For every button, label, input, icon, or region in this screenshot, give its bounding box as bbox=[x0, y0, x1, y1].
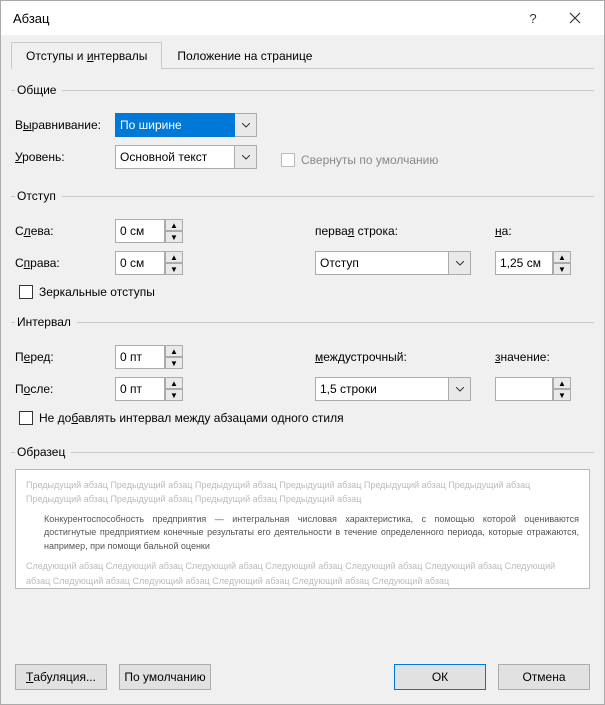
spin-up-icon[interactable]: ▲ bbox=[165, 377, 183, 389]
indent-right-spinner[interactable]: ▲▼ bbox=[115, 251, 183, 275]
spacing-after-spinner[interactable]: ▲▼ bbox=[115, 377, 183, 401]
spacing-at-spinner[interactable]: ▲▼ bbox=[495, 377, 571, 401]
chevron-down-icon bbox=[448, 252, 470, 274]
first-line-value: Отступ bbox=[316, 256, 448, 270]
spacing-at-label: значение: bbox=[495, 350, 550, 364]
collapsed-label: Свернуты по умолчанию bbox=[301, 153, 438, 167]
group-preview-legend: Образец bbox=[15, 445, 71, 459]
group-indent: Отступ Слева: ▲▼ первая строка: на: Спра… bbox=[11, 189, 594, 301]
level-value[interactable] bbox=[115, 145, 235, 169]
dialog-content: Отступы и интервалы Положение на страниц… bbox=[1, 35, 604, 652]
group-spacing: Интервал Перед: ▲▼ междустрочный: значен… bbox=[11, 315, 594, 427]
line-spacing-combo[interactable]: 1,5 строки bbox=[315, 377, 471, 401]
spacing-before-value[interactable] bbox=[115, 345, 165, 369]
tab-indents[interactable]: Отступы и интервалы bbox=[11, 42, 162, 69]
spin-down-icon[interactable]: ▼ bbox=[553, 263, 571, 275]
preview-next-text: Следующий абзац Следующий абзац Следующи… bbox=[26, 559, 579, 588]
dialog-footer: Табуляция... По умолчанию ОК Отмена bbox=[1, 652, 604, 704]
alignment-label: Выравнивание: bbox=[15, 118, 115, 132]
spin-up-icon[interactable]: ▲ bbox=[165, 219, 183, 231]
spin-down-icon[interactable]: ▼ bbox=[553, 389, 571, 401]
alignment-value[interactable] bbox=[115, 113, 235, 137]
mirror-indents-checkbox[interactable]: Зеркальные отступы bbox=[19, 285, 590, 299]
spin-up-icon[interactable]: ▲ bbox=[165, 251, 183, 263]
indent-left-spinner[interactable]: ▲▼ bbox=[115, 219, 183, 243]
indent-by-value[interactable] bbox=[495, 251, 553, 275]
tab-position[interactable]: Положение на странице bbox=[162, 42, 327, 69]
close-button[interactable] bbox=[554, 3, 596, 33]
tabs-button[interactable]: Табуляция... bbox=[15, 664, 107, 690]
spin-down-icon[interactable]: ▼ bbox=[165, 357, 183, 369]
no-add-space-label: Не добавлять интервал между абзацами одн… bbox=[39, 411, 344, 425]
chevron-down-icon bbox=[448, 378, 470, 400]
spin-down-icon[interactable]: ▼ bbox=[165, 231, 183, 243]
group-general-legend: Общие bbox=[15, 83, 62, 97]
indent-by-spinner[interactable]: ▲▼ bbox=[495, 251, 571, 275]
level-label: Уровень: bbox=[15, 150, 115, 164]
collapsed-checkbox: Свернуты по умолчанию bbox=[281, 153, 438, 167]
titlebar: Абзац ? bbox=[1, 1, 604, 35]
indent-right-value[interactable] bbox=[115, 251, 165, 275]
dialog-title: Абзац bbox=[13, 11, 512, 26]
indent-right-label: Справа: bbox=[15, 256, 115, 270]
tab-strip: Отступы и интервалы Положение на страниц… bbox=[11, 41, 594, 69]
cancel-button[interactable]: Отмена bbox=[498, 664, 590, 690]
alignment-combo[interactable] bbox=[115, 113, 257, 137]
indent-left-value[interactable] bbox=[115, 219, 165, 243]
group-spacing-legend: Интервал bbox=[15, 315, 77, 329]
close-icon bbox=[569, 12, 581, 24]
default-button[interactable]: По умолчанию bbox=[119, 664, 211, 690]
spin-up-icon[interactable]: ▲ bbox=[553, 251, 571, 263]
spin-up-icon[interactable]: ▲ bbox=[165, 345, 183, 357]
chevron-down-icon bbox=[235, 113, 257, 137]
help-button[interactable]: ? bbox=[512, 3, 554, 33]
ok-button[interactable]: ОК bbox=[394, 664, 486, 690]
first-line-label: первая строка: bbox=[315, 224, 398, 238]
preview-box: Предыдущий абзац Предыдущий абзац Предыд… bbox=[15, 469, 590, 589]
chevron-down-icon bbox=[235, 145, 257, 169]
spin-down-icon[interactable]: ▼ bbox=[165, 263, 183, 275]
preview-sample-text: Конкурентоспособность предприятия — инте… bbox=[44, 513, 579, 554]
group-indent-legend: Отступ bbox=[15, 189, 62, 203]
level-combo[interactable] bbox=[115, 145, 257, 169]
group-preview: Образец Предыдущий абзац Предыдущий абза… bbox=[11, 445, 594, 589]
spin-up-icon[interactable]: ▲ bbox=[553, 377, 571, 389]
preview-prev-text: Предыдущий абзац Предыдущий абзац Предыд… bbox=[26, 478, 579, 507]
mirror-indents-label: Зеркальные отступы bbox=[39, 285, 155, 299]
line-spacing-value: 1,5 строки bbox=[316, 382, 448, 396]
no-add-space-checkbox[interactable]: Не добавлять интервал между абзацами одн… bbox=[19, 411, 590, 425]
spacing-after-value[interactable] bbox=[115, 377, 165, 401]
first-line-combo[interactable]: Отступ bbox=[315, 251, 471, 275]
indent-left-label: Слева: bbox=[15, 224, 115, 238]
spin-down-icon[interactable]: ▼ bbox=[165, 389, 183, 401]
line-spacing-label: междустрочный: bbox=[315, 350, 407, 364]
spacing-at-value[interactable] bbox=[495, 377, 553, 401]
group-general: Общие Выравнивание: Уровень: bbox=[11, 83, 594, 175]
paragraph-dialog: Абзац ? Отступы и интервалы Положение на… bbox=[0, 0, 605, 705]
indent-by-label: на: bbox=[495, 224, 512, 238]
spacing-after-label: После: bbox=[15, 382, 115, 396]
spacing-before-label: Перед: bbox=[15, 350, 115, 364]
spacing-before-spinner[interactable]: ▲▼ bbox=[115, 345, 183, 369]
